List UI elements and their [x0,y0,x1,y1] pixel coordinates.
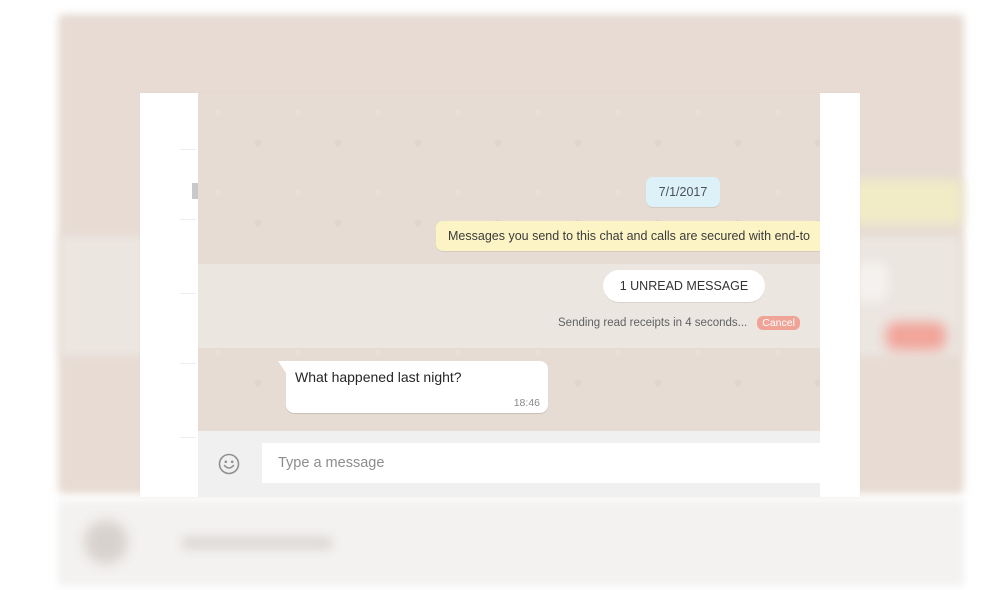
encryption-notice[interactable]: Messages you send to this chat and calls… [436,221,820,251]
incoming-message[interactable]: What happened last night? 18:46 [278,361,548,413]
message-text: What happened last night? [295,369,462,385]
chat-panel: 7/1/2017 Messages you send to this chat … [140,93,860,497]
bubble-tail [278,361,286,373]
blurred-text [182,536,332,550]
right-edge [820,93,860,497]
blurred-cancel-button [886,322,946,350]
smiley-icon[interactable] [218,453,240,475]
compose-bar [198,431,820,497]
conversation-area[interactable]: 7/1/2017 Messages you send to this chat … [198,93,820,431]
divider [180,149,196,150]
divider [180,437,196,438]
message-input[interactable] [262,443,820,483]
blurred-unread-pill [856,262,888,302]
left-sidebar-edge [140,93,198,497]
blurred-encryption-notice [850,180,962,224]
date-divider: 7/1/2017 [646,177,720,207]
message-timestamp: 18:46 [513,397,540,409]
cancel-read-receipts-button[interactable]: Cancel [757,316,800,330]
read-receipts-text: Sending read receipts in 4 seconds... [558,317,748,329]
divider [180,363,196,364]
encryption-notice-text: Messages you send to this chat and calls… [448,229,811,243]
unread-count-badge: 1 UNREAD MESSAGE [603,270,765,302]
divider [180,293,196,294]
divider [180,219,196,220]
blurred-avatar [84,520,128,564]
read-receipts-status: Sending read receipts in 4 seconds... Ca… [558,315,800,331]
